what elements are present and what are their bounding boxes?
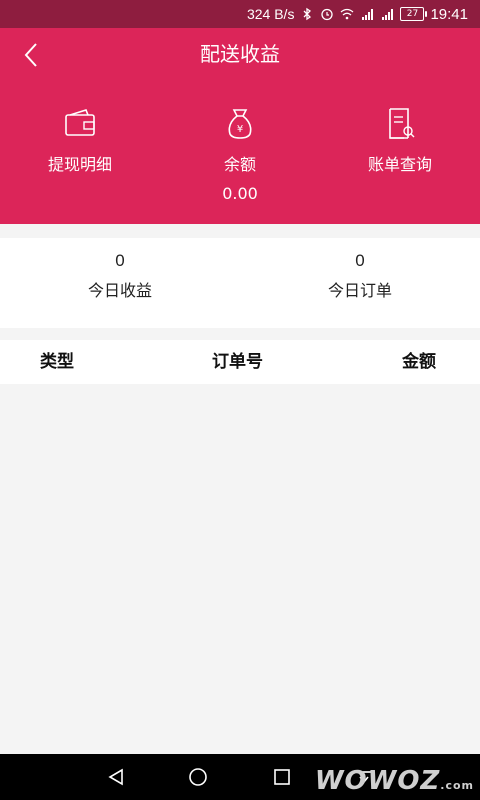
- watermark-logo: WOWOZ.com: [315, 766, 474, 796]
- nav-home-button[interactable]: [178, 754, 218, 800]
- signal-2g-icon: [362, 9, 374, 20]
- svg-text:¥: ¥: [237, 124, 243, 135]
- today-income-value: 0: [115, 251, 125, 270]
- signal-4g-icon: [382, 9, 394, 20]
- withdrawal-details-label: 提现明细: [47, 155, 112, 174]
- navigation-bar: WOWOZ.com: [0, 754, 480, 800]
- square-recents-icon: [274, 769, 290, 785]
- today-income-label: 今日收益: [87, 281, 152, 300]
- column-order-number: 订单号: [212, 352, 263, 372]
- watermark-suffix: .com: [440, 779, 474, 792]
- watermark-text: WOWOZ: [314, 766, 441, 796]
- bluetooth-icon: [303, 7, 312, 21]
- bill-query-button[interactable]: 账单查询: [320, 106, 480, 176]
- money-bag-icon: ¥: [228, 109, 252, 139]
- network-speed: 324 B/s: [246, 6, 295, 22]
- triangle-back-icon: [108, 768, 123, 786]
- column-amount: 金额: [402, 352, 436, 372]
- today-orders-label: 今日订单: [327, 281, 392, 300]
- today-orders-value: 0: [355, 251, 365, 270]
- wifi-icon: [341, 8, 354, 20]
- today-stats: 0 今日收益 0 今日订单: [0, 238, 480, 328]
- today-orders: 0 今日订单: [240, 250, 480, 302]
- table-header: 类型 订单号 金额: [0, 340, 480, 384]
- status-time: 19:41: [430, 5, 468, 23]
- bill-query-label: 账单查询: [367, 155, 432, 174]
- records-list[interactable]: [0, 384, 480, 754]
- wallet-icon: [65, 109, 95, 136]
- bill-search-icon: [389, 108, 415, 139]
- header: 配送收益 提现明细 ¥ 余额 0.00 账单查询: [0, 28, 480, 224]
- circle-home-icon: [189, 768, 207, 786]
- balance-button[interactable]: ¥ 余额 0.00: [160, 106, 320, 204]
- status-bar: 324 B/s 27 19:41: [0, 0, 480, 28]
- battery-icon: 27: [400, 7, 428, 21]
- withdrawal-details-button[interactable]: 提现明细: [0, 106, 160, 176]
- nav-back-button[interactable]: [96, 754, 136, 800]
- alarm-icon: [321, 8, 334, 21]
- nav-recents-button[interactable]: [262, 754, 302, 800]
- action-row: 提现明细 ¥ 余额 0.00 账单查询: [0, 106, 480, 216]
- balance-label: 余额: [223, 155, 256, 174]
- column-type: 类型: [40, 352, 74, 372]
- balance-value: 0.00: [222, 184, 258, 203]
- page-title: 配送收益: [200, 42, 280, 66]
- today-income: 0 今日收益: [0, 250, 240, 302]
